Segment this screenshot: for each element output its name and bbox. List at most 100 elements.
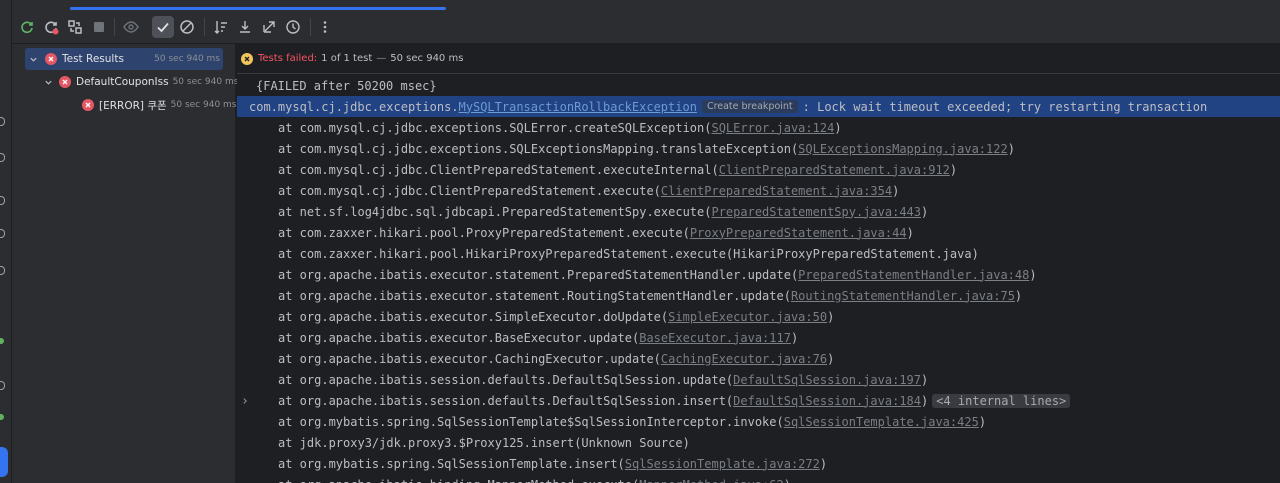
source-link[interactable]: SqlSessionTemplate.java:425 — [784, 415, 979, 429]
tool-window-icon[interactable] — [0, 229, 5, 238]
left-tool-strip — [0, 0, 12, 483]
stack-frame-line: at org.mybatis.spring.SqlSessionTemplate… — [237, 453, 1280, 474]
folded-lines-badge[interactable]: <4 internal lines> — [932, 393, 1071, 408]
stack-frame-text: at com.zaxxer.hikari.pool.ProxyPreparedS… — [278, 225, 690, 240]
tree-item-test[interactable]: [ERROR] 쿠폰 50 sec 940 ms — [82, 94, 236, 116]
stack-frame-suffix: ) — [949, 162, 958, 177]
test-progress-bar — [70, 7, 446, 10]
status-dot-icon — [0, 338, 4, 344]
export-icon[interactable] — [258, 16, 280, 38]
stack-frame-line: at org.apache.ibatis.executor.statement.… — [237, 264, 1280, 285]
cancel-circle-icon[interactable] — [176, 16, 198, 38]
source-link[interactable]: DefaultSqlSession.java:197 — [733, 373, 921, 387]
stack-frame-line: at com.zaxxer.hikari.pool.ProxyPreparedS… — [237, 222, 1280, 243]
source-link[interactable]: CachingExecutor.java:76 — [661, 352, 827, 366]
source-link[interactable]: SQLError.java:124 — [711, 121, 834, 135]
status-duration: 50 sec 940 ms — [390, 53, 464, 64]
source-link[interactable]: SimpleExecutor.java:50 — [668, 310, 827, 324]
source-link[interactable]: ClientPreparedStatement.java:354 — [661, 184, 892, 198]
check-icon[interactable] — [152, 16, 174, 38]
exception-line: com.mysql.cj.jdbc.exceptions. MySQLTransa… — [237, 96, 1280, 117]
stack-frame-text: at org.apache.ibatis.executor.statement.… — [278, 288, 791, 303]
tool-window-icon[interactable] — [0, 153, 5, 162]
exception-prefix: com.mysql.cj.jdbc.exceptions. — [249, 99, 459, 114]
stack-frame-text: at org.apache.ibatis.binding.MapperMetho… — [278, 478, 639, 483]
stack-frame-line: at com.mysql.cj.jdbc.exceptions.SQLError… — [237, 117, 1280, 138]
tree-item-suite[interactable]: DefaultCouponIss 50 sec 940 ms — [44, 71, 238, 93]
test-console-output[interactable]: Tests failed: 1 of 1 test — 50 sec 940 m… — [237, 44, 1280, 483]
stack-frame-line: at org.apache.ibatis.executor.SimpleExec… — [237, 306, 1280, 327]
eye-icon[interactable] — [120, 16, 142, 38]
active-tool-window-icon[interactable] — [0, 447, 8, 477]
source-link[interactable]: PreparedStatementSpy.java:443 — [711, 205, 921, 219]
stack-frame-line: at com.mysql.cj.jdbc.exceptions.SQLExcep… — [237, 138, 1280, 159]
source-link[interactable]: SQLExceptionsMapping.java:122 — [798, 142, 1008, 156]
stack-frame-line: at org.apache.ibatis.session.defaults.De… — [237, 369, 1280, 390]
stack-frame-line: at com.zaxxer.hikari.pool.HikariProxyPre… — [237, 243, 1280, 264]
tree-item-label: Test Results — [62, 53, 124, 65]
source-link[interactable]: RoutingStatementHandler.java:75 — [791, 289, 1015, 303]
stack-frame-line: at org.apache.ibatis.executor.statement.… — [237, 285, 1280, 306]
stack-frame-line: at com.mysql.cj.jdbc.ClientPreparedState… — [237, 159, 1280, 180]
more-icon[interactable] — [314, 16, 336, 38]
stack-frame-suffix: ) — [892, 183, 900, 198]
source-link[interactable]: DefaultSqlSession.java:184 — [733, 394, 921, 408]
source-link[interactable]: ProxyPreparedStatement.java:44 — [690, 226, 907, 240]
stack-frame-suffix: ) — [827, 351, 835, 366]
stack-frame-text: at org.apache.ibatis.executor.CachingExe… — [278, 351, 661, 366]
stack-frame-suffix: ) — [1029, 267, 1037, 282]
chevron-down-icon[interactable] — [27, 55, 39, 64]
test-results-tree: Test Results 50 sec 940 ms DefaultCoupon… — [12, 44, 238, 483]
stack-frame-text: at org.apache.ibatis.session.defaults.De… — [278, 393, 734, 408]
status-dot-icon — [0, 414, 4, 420]
stack-frame-line: at com.mysql.cj.jdbc.ClientPreparedState… — [237, 180, 1280, 201]
create-breakpoint-hint[interactable]: Create breakpoint — [701, 100, 798, 113]
tool-window-icon[interactable] — [0, 266, 5, 275]
source-link[interactable]: PreparedStatementHandler.java:48 — [798, 268, 1029, 282]
stop-icon[interactable] — [88, 16, 110, 38]
sort-icon[interactable] — [210, 16, 232, 38]
stack-frame-suffix: ) — [921, 204, 929, 219]
stack-frame-text: at org.mybatis.spring.SqlSessionTemplate… — [278, 414, 784, 429]
toggle-auto-test-icon[interactable] — [64, 16, 86, 38]
stack-frame-suffix: ) — [784, 478, 791, 483]
toolbar-separator — [204, 18, 205, 36]
stack-frame-line: at org.apache.ibatis.executor.CachingExe… — [237, 348, 1280, 369]
tree-item-label: [ERROR] 쿠폰 — [99, 99, 167, 112]
source-link[interactable]: BaseExecutor.java:117 — [639, 331, 791, 345]
toolbar-separator — [310, 18, 311, 36]
tree-item-test-results[interactable]: Test Results 50 sec 940 ms — [25, 48, 223, 70]
import-icon[interactable] — [234, 16, 256, 38]
tool-window-icon[interactable] — [0, 381, 5, 390]
source-link[interactable]: SqlSessionTemplate.java:272 — [625, 457, 820, 471]
exception-class-link[interactable]: MySQLTransactionRollbackException — [459, 100, 697, 114]
stack-frame-suffix: ) — [978, 414, 987, 429]
chevron-down-icon[interactable] — [44, 78, 53, 87]
stack-frame-text: at org.apache.ibatis.session.defaults.De… — [278, 372, 734, 387]
tool-window-icon[interactable] — [0, 196, 5, 205]
error-icon — [82, 99, 94, 111]
rerun-failed-icon[interactable] — [40, 16, 62, 38]
console-header-line: {FAILED after 50200 msec} — [256, 78, 437, 93]
stack-frame-line: at org.apache.ibatis.binding.MapperMetho… — [237, 474, 1280, 483]
status-count: 1 of 1 test — [321, 53, 373, 64]
error-icon — [59, 76, 71, 88]
stack-frame-suffix: ) — [834, 120, 842, 135]
status-failed-label: Tests failed: — [258, 53, 318, 64]
error-icon — [45, 53, 57, 65]
history-icon[interactable] — [282, 16, 304, 38]
tool-window-icon[interactable] — [0, 117, 5, 126]
stack-frame-suffix: ) — [921, 393, 929, 408]
stack-frame-text: at net.sf.log4jdbc.sql.jdbcapi.PreparedS… — [278, 204, 712, 219]
warning-icon — [241, 52, 253, 65]
rerun-icon[interactable] — [16, 16, 38, 38]
source-link[interactable]: ClientPreparedStatement.java:912 — [719, 163, 950, 177]
stack-frame-text: at org.mybatis.spring.SqlSessionTemplate… — [278, 456, 625, 471]
stack-frame-line: at jdk.proxy3/jdk.proxy3.$Proxy125.inser… — [237, 432, 1280, 453]
tree-item-label: DefaultCouponIss — [76, 76, 169, 88]
exception-message: : Lock wait timeout exceeded; try restar… — [802, 99, 1208, 114]
stack-frame-suffix: ) — [790, 330, 799, 345]
source-link[interactable]: MapperMethod.java:62 — [639, 478, 784, 483]
stack-frame-text: at org.apache.ibatis.executor.BaseExecut… — [278, 330, 640, 345]
test-status-bar: Tests failed: 1 of 1 test — 50 sec 940 m… — [237, 44, 1280, 74]
